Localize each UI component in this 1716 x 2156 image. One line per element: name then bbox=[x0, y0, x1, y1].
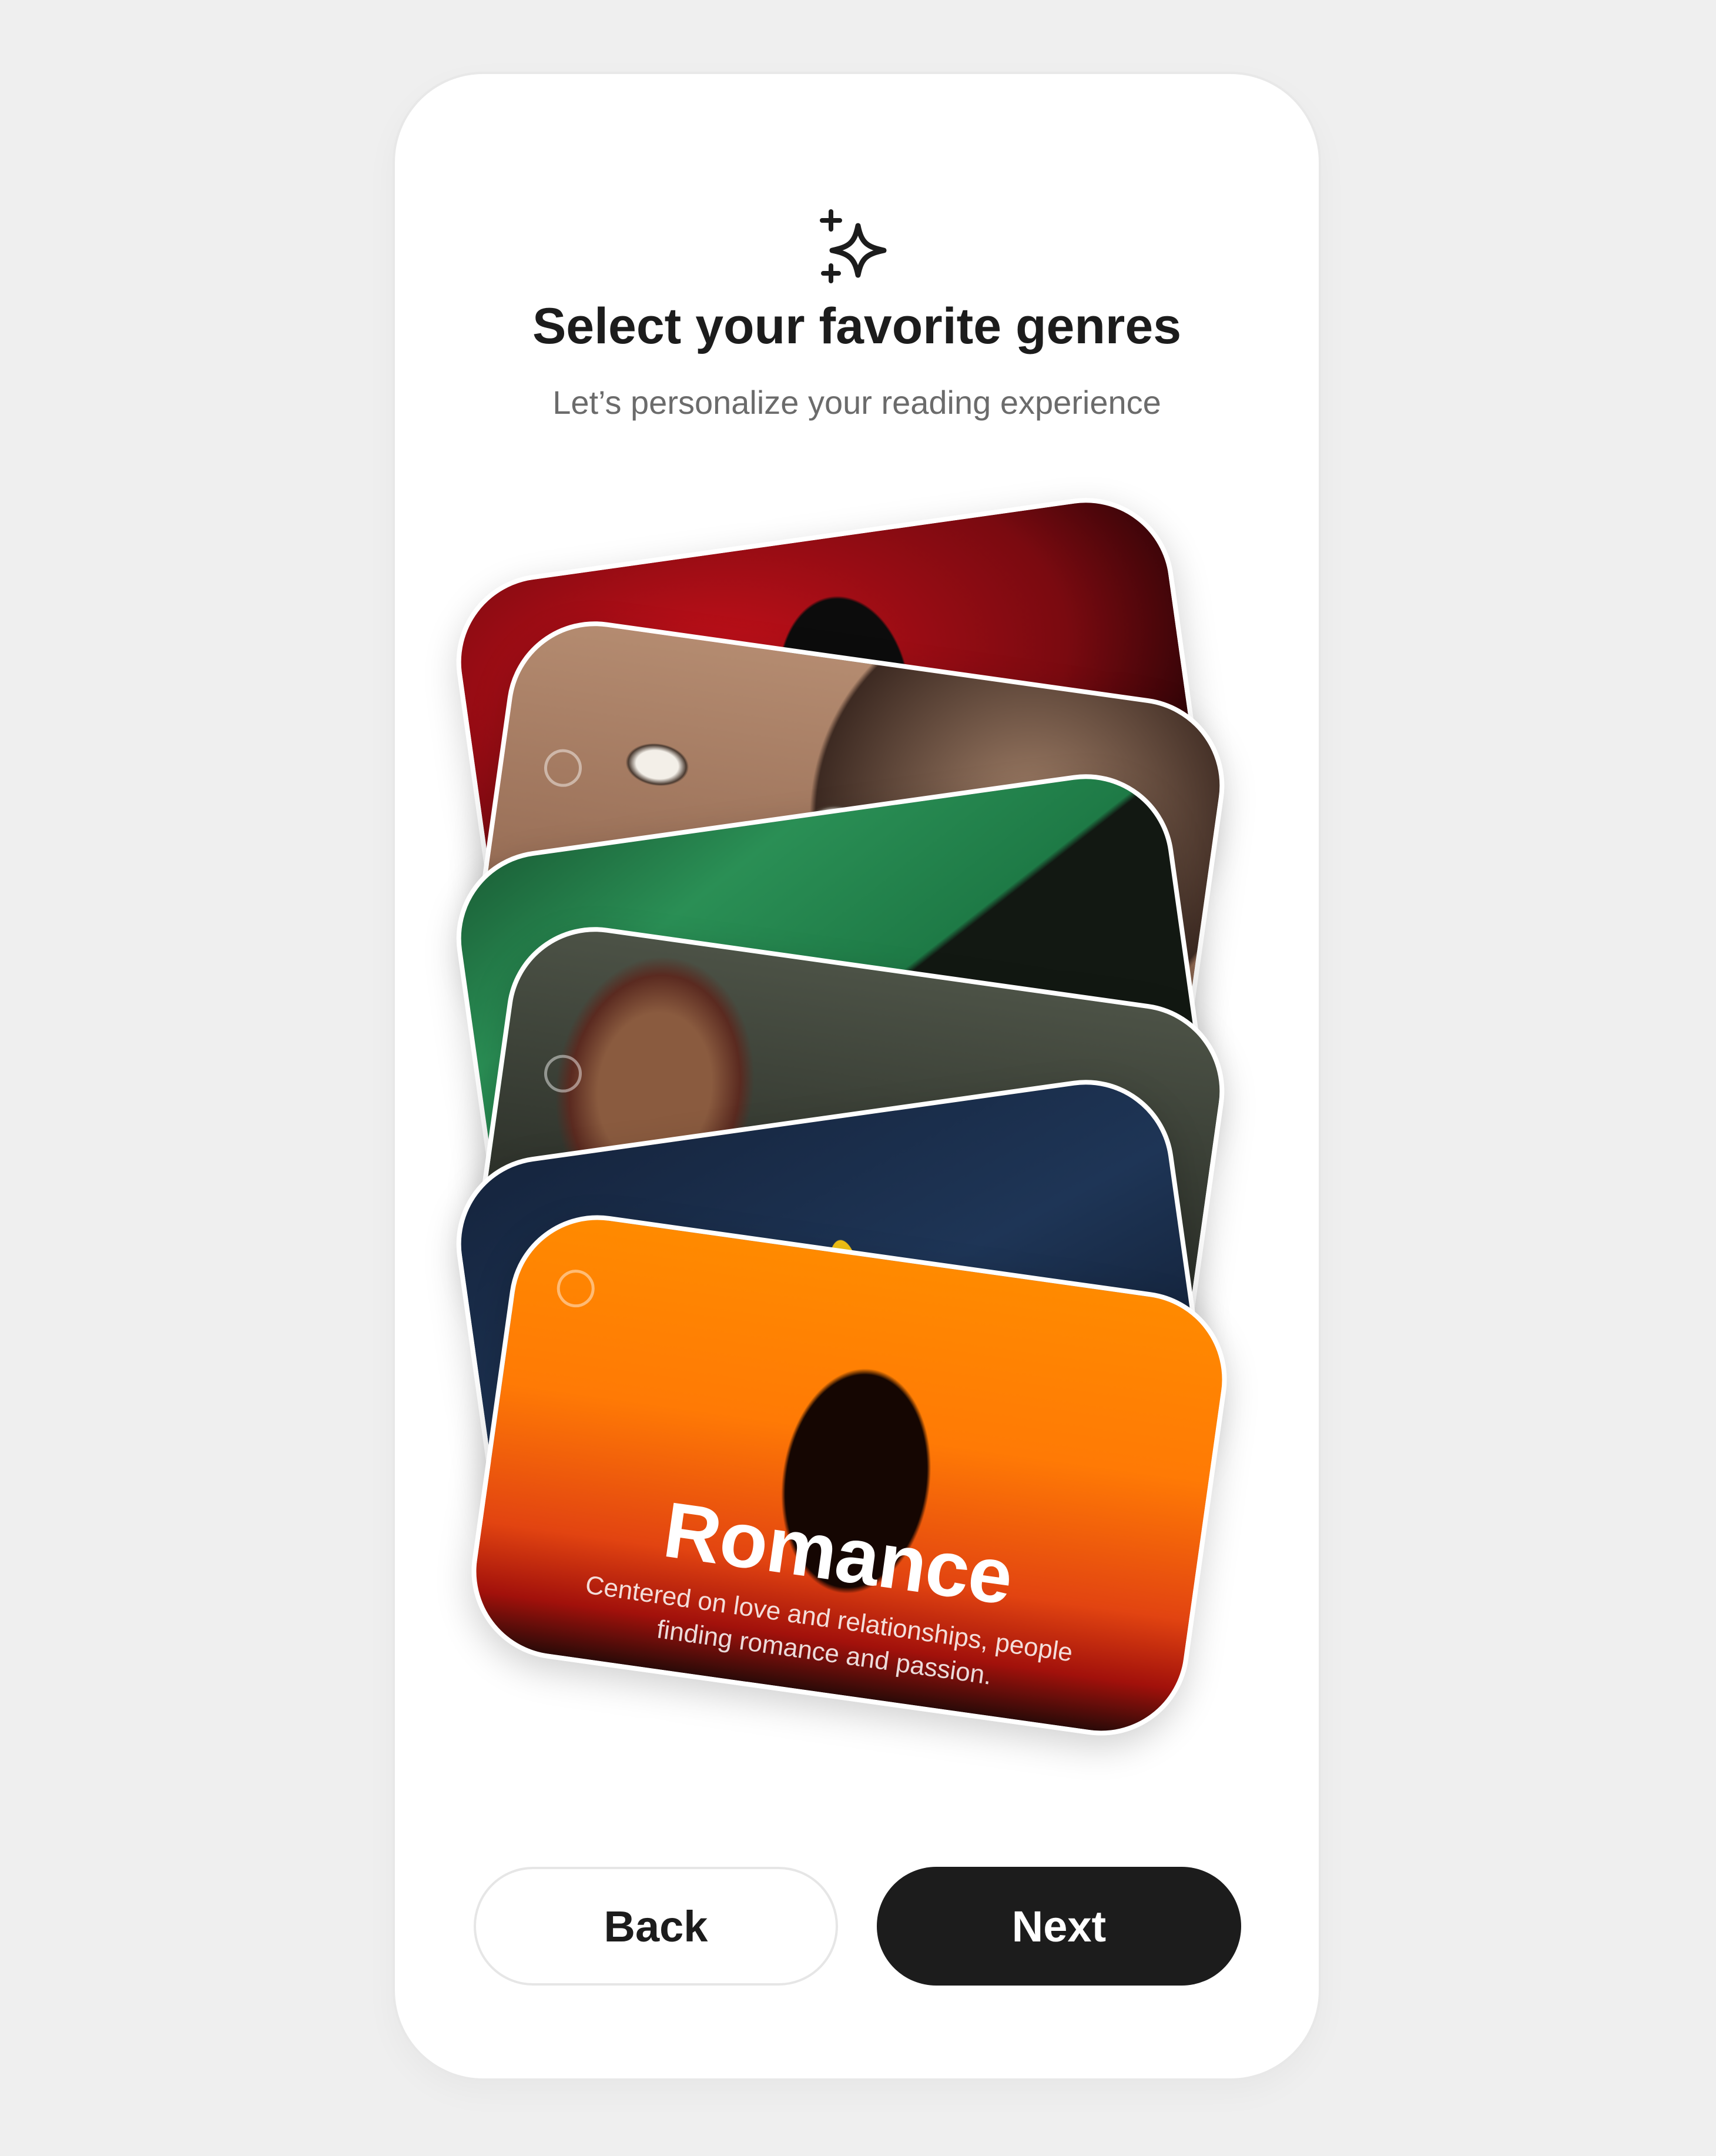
sparkles-icon bbox=[820, 209, 887, 283]
select-radio[interactable] bbox=[541, 746, 585, 789]
page-title: Select your favorite genres bbox=[532, 298, 1182, 354]
back-button[interactable]: Back bbox=[474, 1867, 838, 1986]
select-radio[interactable] bbox=[554, 1267, 597, 1310]
genre-card-stack: Romance Centered on love and relationshi… bbox=[445, 470, 1238, 1805]
next-button[interactable]: Next bbox=[877, 1867, 1241, 1986]
select-radio[interactable] bbox=[541, 1052, 585, 1095]
page-subtitle: Let’s personalize your reading experienc… bbox=[552, 384, 1161, 421]
